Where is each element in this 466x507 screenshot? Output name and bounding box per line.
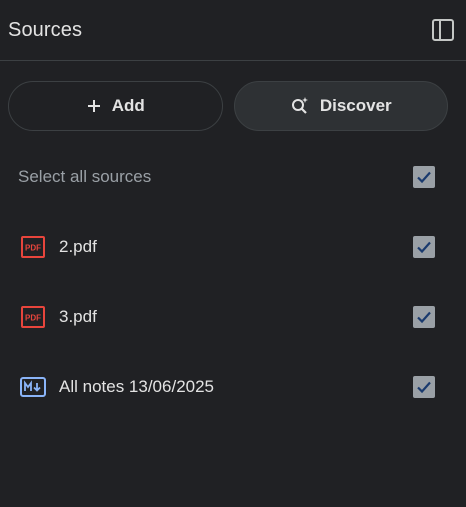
source-item[interactable]: PDF 3.pdf xyxy=(0,282,466,352)
panel-title: Sources xyxy=(8,18,83,41)
discover-button-label: Discover xyxy=(319,96,392,115)
checkmark-icon xyxy=(417,241,431,254)
source-list: Select all sources PDF 2.pdf PDF 3.pdf A… xyxy=(0,157,466,422)
source-checkbox[interactable] xyxy=(413,236,435,258)
pdf-icon: PDF xyxy=(19,305,47,329)
search-spark-icon xyxy=(290,96,310,116)
source-item[interactable]: PDF 2.pdf xyxy=(0,212,466,282)
source-item-label: 3.pdf xyxy=(59,307,97,326)
add-source-button[interactable]: Add xyxy=(8,81,223,131)
pdf-icon: PDF xyxy=(19,235,47,259)
source-checkbox[interactable] xyxy=(413,376,435,398)
source-item-info: PDF 2.pdf xyxy=(18,235,97,259)
select-all-label: Select all sources xyxy=(18,167,152,186)
side-panel-icon[interactable] xyxy=(430,17,456,43)
source-item-info: All notes 13/06/2025 xyxy=(18,375,214,399)
plus-icon xyxy=(86,98,102,114)
checkmark-icon xyxy=(417,311,431,324)
checkmark-icon xyxy=(417,171,431,184)
sources-header: Sources xyxy=(0,0,466,61)
checkmark-icon xyxy=(417,381,431,394)
sources-panel: Sources Add Discover Select all sources … xyxy=(0,0,466,507)
source-item-label: 2.pdf xyxy=(59,237,97,256)
source-checkbox[interactable] xyxy=(413,306,435,328)
source-item[interactable]: All notes 13/06/2025 xyxy=(0,352,466,422)
source-item-label: All notes 13/06/2025 xyxy=(59,377,215,396)
select-all-row[interactable]: Select all sources xyxy=(0,157,466,197)
svg-text:PDF: PDF xyxy=(25,314,41,323)
markdown-icon xyxy=(19,375,47,399)
add-button-label: Add xyxy=(111,96,145,115)
discover-button[interactable]: Discover xyxy=(233,81,448,131)
select-all-checkbox[interactable] xyxy=(413,166,435,188)
source-item-info: PDF 3.pdf xyxy=(18,305,97,329)
svg-text:PDF: PDF xyxy=(25,244,41,253)
source-actions: Add Discover xyxy=(0,61,466,131)
